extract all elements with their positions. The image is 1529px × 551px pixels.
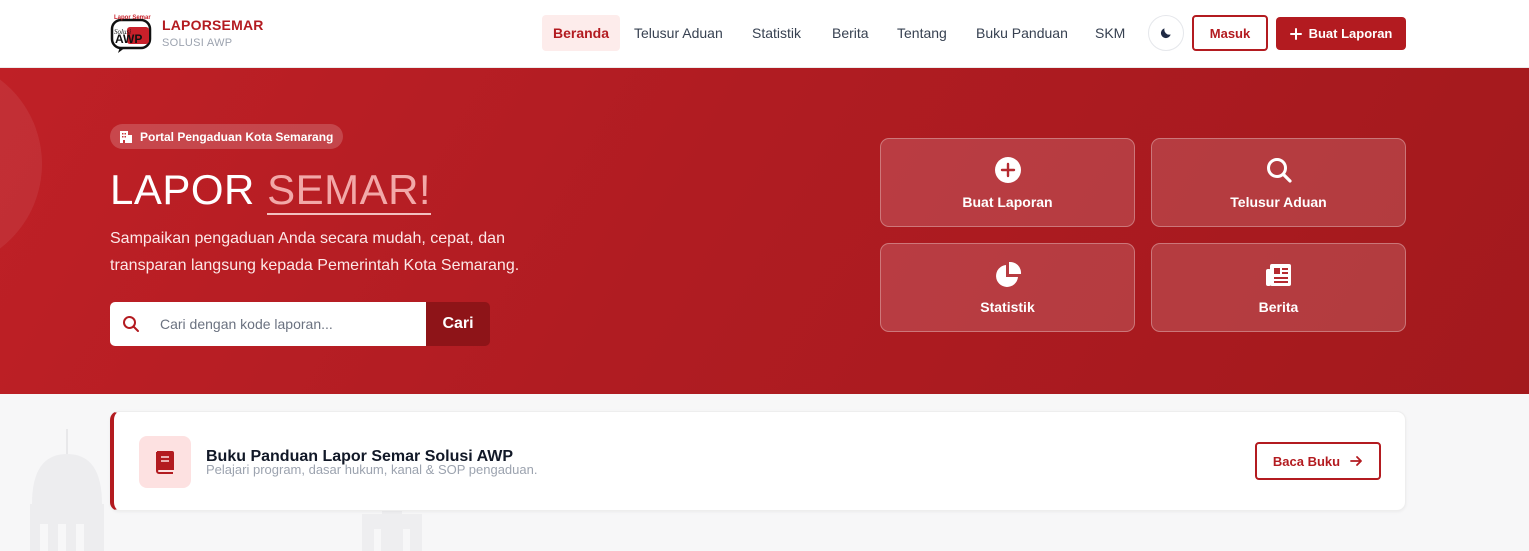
read-book-button[interactable]: Baca Buku <box>1255 442 1381 480</box>
search-input[interactable] <box>160 302 420 346</box>
building-icon <box>120 131 132 143</box>
portal-badge: Portal Pengaduan Kota Semarang <box>110 124 344 149</box>
guide-book-icon-wrap <box>139 436 191 488</box>
plus-circle-icon <box>994 156 1021 183</box>
search-button[interactable]: Cari <box>426 302 490 346</box>
building-silhouette <box>30 429 104 551</box>
search-icon <box>123 316 139 332</box>
quick-action-buat-laporan[interactable]: Buat Laporan <box>880 138 1135 227</box>
hero-title-accent: SEMAR! <box>267 166 432 215</box>
create-report-label: Buat Laporan <box>1308 26 1393 41</box>
quick-action-label: Telusur Aduan <box>1230 193 1327 210</box>
quick-action-label: Statistik <box>980 298 1035 315</box>
create-report-button[interactable]: Buat Laporan <box>1276 17 1406 50</box>
search-bar: Cari <box>110 302 490 346</box>
decorative-circle <box>0 68 42 270</box>
plus-icon <box>1289 27 1302 40</box>
moon-icon <box>1160 28 1171 39</box>
hero-title: LAPOR SEMAR! <box>110 166 432 215</box>
pie-chart-icon <box>995 261 1021 287</box>
nav-berita[interactable]: Berita <box>832 15 869 51</box>
hero-title-main: LAPOR <box>110 166 268 213</box>
search-field[interactable] <box>110 302 426 346</box>
search-icon <box>1266 157 1292 183</box>
quick-action-berita[interactable]: Berita <box>1151 243 1406 332</box>
brand-subtitle: SOLUSI AWP <box>162 37 233 49</box>
portal-badge-label: Portal Pengaduan Kota Semarang <box>140 129 334 144</box>
brand-title[interactable]: LAPORSEMAR <box>162 17 264 33</box>
hero-section: Portal Pengaduan Kota Semarang LAPOR SEM… <box>0 68 1529 394</box>
newspaper-icon <box>1265 263 1291 286</box>
book-icon <box>156 451 174 474</box>
theme-toggle-button[interactable] <box>1148 15 1184 51</box>
nav-telusur-aduan[interactable]: Telusur Aduan <box>634 15 723 51</box>
svg-text:AWP: AWP <box>115 32 142 46</box>
nav-skm[interactable]: SKM <box>1095 15 1125 51</box>
arrow-right-icon <box>1350 456 1362 466</box>
quick-action-label: Buat Laporan <box>962 193 1053 210</box>
quick-action-telusur-aduan[interactable]: Telusur Aduan <box>1151 138 1406 227</box>
nav-tentang[interactable]: Tentang <box>897 15 947 51</box>
nav-statistik[interactable]: Statistik <box>752 15 801 51</box>
read-book-label: Baca Buku <box>1272 453 1341 469</box>
nav-buku-panduan[interactable]: Buku Panduan <box>976 15 1068 51</box>
svg-text:Lapor Semar: Lapor Semar <box>114 15 151 21</box>
hero-description: Sampaikan pengaduan Anda secara mudah, c… <box>110 230 520 274</box>
laporsemar-logo[interactable]: Lapor Semar Solusi AWP <box>110 12 154 54</box>
login-button[interactable]: Masuk <box>1192 15 1268 51</box>
nav-beranda[interactable]: Beranda <box>542 15 621 51</box>
guide-subtitle: Pelajari program, dasar hukum, kanal & S… <box>206 462 538 477</box>
quick-action-label: Berita <box>1258 298 1299 315</box>
quick-action-statistik[interactable]: Statistik <box>880 243 1135 332</box>
guide-book-card: Buku Panduan Lapor Semar Solusi AWP Pela… <box>110 411 1406 511</box>
top-navbar: Lapor Semar Solusi AWP LAPORSEMAR SOLUSI… <box>0 0 1529 68</box>
